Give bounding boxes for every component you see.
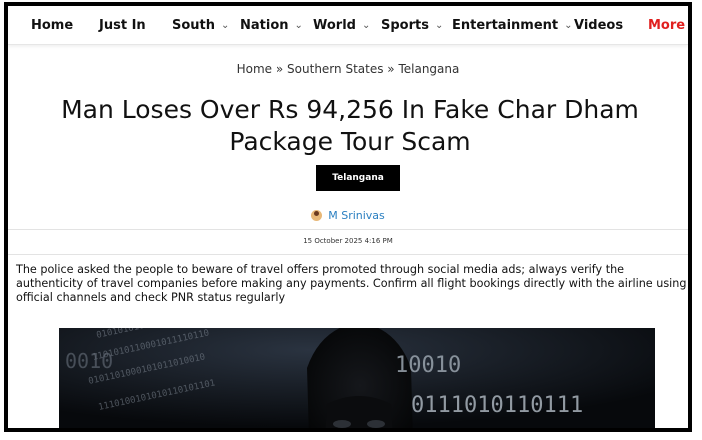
nav-item-videos[interactable]: Videos — [574, 6, 623, 44]
divider — [8, 229, 688, 230]
binary-overlay-left: 0010 — [65, 349, 113, 373]
chevron-down-icon: ⌄ — [434, 19, 444, 31]
chevron-down-icon: ⌄ — [221, 19, 230, 31]
breadcrumb-section-link[interactable]: Southern States — [287, 62, 383, 76]
nav-item-just-in[interactable]: Just In — [99, 6, 146, 44]
nav-item-home[interactable]: Home — [31, 6, 73, 44]
article-headline: Man Loses Over Rs 94,256 In Fake Char Dh… — [61, 95, 639, 156]
chevron-down-icon: ⌄ — [564, 19, 573, 31]
article-summary: The police asked the people to beware of… — [16, 263, 687, 304]
publish-date: 15 October 2025 4:16 PM — [303, 237, 393, 245]
nav-item-south[interactable]: South ⌄ — [172, 6, 229, 44]
nav-item-sports[interactable]: Sports ⌄ — [381, 6, 443, 44]
top-navigation: Home Just In South ⌄ Nation ⌄ World ⌄ Sport… — [8, 6, 688, 45]
breadcrumb: Home » Southern States » Telangana — [8, 62, 688, 76]
nav-item-more[interactable]: More — [648, 6, 685, 44]
breadcrumb-separator: » — [383, 62, 399, 76]
hacker-binary-illustration: 0101010100101011001001 11010101100010111… — [59, 328, 655, 428]
category-tag[interactable]: Telangana — [316, 165, 400, 191]
browser-frame: Home Just In South ⌄ Nation ⌄ World ⌄ Sport… — [4, 2, 692, 432]
author-avatar — [311, 210, 323, 221]
author-byline[interactable]: M Srinivas — [8, 209, 688, 222]
breadcrumb-home-link[interactable]: Home — [237, 62, 272, 76]
nav-item-nation[interactable]: Nation ⌄ — [240, 6, 303, 44]
chevron-down-icon: ⌄ — [361, 19, 371, 31]
breadcrumb-current: Telangana — [398, 62, 460, 76]
hero-image: 0101010100101011001001 11010101100010111… — [59, 328, 655, 428]
breadcrumb-separator: » — [272, 62, 288, 76]
nav-item-entertainment[interactable]: Entertainment ⌄ — [452, 6, 573, 44]
divider — [8, 254, 688, 255]
binary-overlay-right: 10010 — [395, 353, 461, 378]
author-name[interactable]: M Srinivas — [328, 209, 385, 222]
chevron-down-icon: ⌄ — [294, 19, 303, 31]
binary-overlay-right: 0111010110111 — [411, 393, 583, 418]
nav-item-world[interactable]: World ⌄ — [313, 6, 370, 44]
